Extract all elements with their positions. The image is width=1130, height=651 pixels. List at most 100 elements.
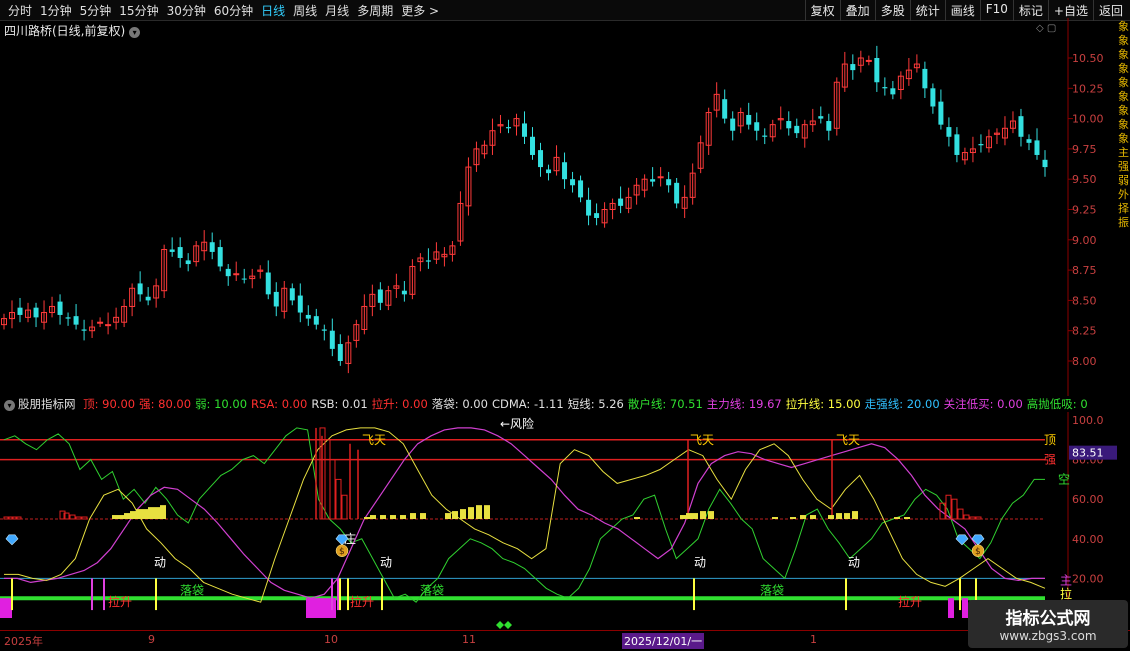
period-tab-2[interactable]: 5分钟 (76, 2, 116, 19)
price-label: 8.75 (1072, 264, 1097, 277)
indicator-field-14: 高抛低吸: 0 (1026, 397, 1088, 411)
dong-label-1: 动 (154, 556, 166, 570)
candle-body-down (946, 127, 952, 137)
indicator-field-1: 强: 80.00 (139, 397, 192, 411)
indicator-name[interactable]: 股朋指标网 (18, 397, 76, 411)
yellow-bar (136, 509, 142, 519)
candle-body-down (505, 127, 511, 129)
luodai-label-3: 落袋 (760, 583, 784, 597)
lasheng-label-3: 拉升 (898, 594, 922, 609)
red-bar (963, 514, 970, 520)
red-bar (341, 494, 348, 520)
price-label: 9.25 (1072, 204, 1097, 217)
period-tab-0[interactable]: 分时 (4, 2, 36, 19)
period-tab-7[interactable]: 周线 (289, 2, 321, 19)
indicator-field-7: CDMA: -1.11 (491, 397, 564, 411)
period-tab-9[interactable]: 多周期 (353, 2, 397, 19)
candle-body-down (225, 268, 231, 277)
candle-body-down (241, 278, 247, 280)
candle-body-down (730, 118, 736, 131)
period-tab-10[interactable]: 更多 > (397, 2, 443, 19)
magenta-block (948, 598, 954, 618)
candle-body-down (81, 329, 87, 331)
yellow-bar (894, 517, 900, 519)
time-label-1: 9 (148, 633, 155, 646)
candle-body-down (217, 247, 223, 267)
candle-body-down (650, 179, 656, 182)
candle-body-down (754, 122, 760, 131)
yellow-bar (154, 507, 160, 519)
top-line-label: 顶 (1044, 433, 1056, 447)
magenta-block (306, 598, 312, 618)
candle-body-down (794, 125, 800, 134)
watermark-url: www.zbgs3.com (999, 629, 1097, 643)
time-label-3: 11 (462, 633, 476, 646)
magenta-block (318, 598, 324, 618)
red-bar (951, 498, 958, 520)
yellow-bar (772, 517, 778, 519)
period-tab-8[interactable]: 月线 (321, 2, 353, 19)
price-label: 10.50 (1072, 52, 1104, 65)
yellow-bar (370, 515, 376, 519)
settings-icon[interactable]: ▾ (4, 400, 15, 411)
indicator-field-4: RSB: 0.01 (311, 397, 368, 411)
lasheng-label-1: 拉升 (108, 594, 132, 609)
candle-body-down (930, 88, 936, 107)
candle-body-down (722, 99, 728, 119)
magenta-block (0, 598, 6, 618)
candlestick-chart[interactable]: 10.50 10.25 10.00 9.75 9.50 9.25 9.00 8.75 8.50 8… (0, 18, 1130, 396)
candle-body-down (425, 260, 431, 262)
candle-body-down (594, 213, 600, 218)
candle-body-down (818, 116, 824, 119)
candle-body-down (337, 344, 343, 361)
diamond-icon (971, 534, 985, 546)
candle-body-down (321, 329, 327, 331)
candle-body-down (329, 330, 335, 349)
candle-body-down (209, 242, 215, 252)
yellow-bar (142, 509, 148, 519)
yellow-bar (708, 511, 714, 519)
indicator-field-0: 顶: 90.00 (83, 397, 136, 411)
indicator-chart[interactable]: 100.080.0060.0040.0020.0083.51顶强空主拉飞天 飞天飞… (0, 412, 1130, 630)
candle-body-down (978, 144, 984, 146)
candle-body-down (546, 169, 552, 174)
price-label: 10.00 (1072, 113, 1104, 126)
candle-body-down (890, 88, 896, 95)
candle-body-down (33, 307, 39, 318)
candle-body-up (657, 176, 664, 179)
indicator-axis-label: 60.00 (1072, 493, 1104, 506)
strong-line-label: 强 (1044, 453, 1056, 467)
yellow-bar (476, 505, 482, 519)
candle-body-up (97, 321, 104, 324)
price-label: 8.00 (1072, 355, 1097, 368)
indicator-field-5: 拉升: 0.00 (371, 397, 428, 411)
candle-body-down (578, 180, 584, 198)
candle-body-down (305, 314, 311, 319)
candle-body-down (1018, 116, 1024, 137)
yellow-bar (904, 517, 910, 519)
yellow-bar (160, 505, 166, 519)
yellow-bar (390, 515, 396, 519)
candle-body-down (1034, 140, 1040, 155)
period-tab-6[interactable]: 日线 (257, 2, 289, 19)
period-tab-3[interactable]: 15分钟 (115, 2, 162, 19)
candle-body-down (377, 289, 383, 303)
candle-body-down (1026, 139, 1032, 143)
yellow-bar (828, 515, 834, 519)
period-tab-1[interactable]: 1分钟 (36, 2, 76, 19)
yellow-bar (700, 511, 706, 519)
candle-body-down (137, 283, 143, 295)
indicator-field-8: 短线: 5.26 (567, 397, 624, 411)
period-tab-5[interactable]: 60分钟 (210, 2, 257, 19)
yellow-bar (118, 515, 124, 519)
yellow-bar (445, 513, 451, 519)
magenta-block (312, 598, 318, 618)
candle-body-down (145, 296, 151, 301)
yellow-bar (852, 511, 858, 519)
red-bar (957, 508, 964, 520)
candle-body-down (289, 288, 295, 301)
candle-body-down (850, 64, 856, 71)
lasheng-label-2: 拉升 (350, 594, 374, 609)
indicator-field-2: 弱: 10.00 (195, 397, 248, 411)
period-tab-4[interactable]: 30分钟 (163, 2, 210, 19)
